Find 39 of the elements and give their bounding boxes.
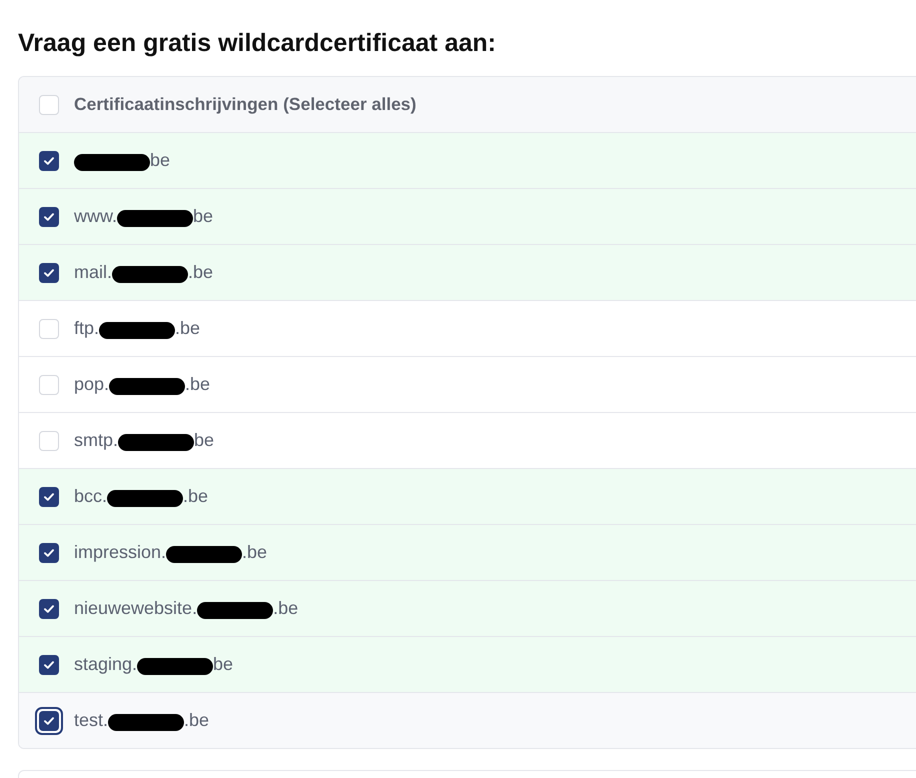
domain-text: ftp.: [74, 318, 100, 339]
checkbox[interactable]: [39, 206, 59, 226]
checkbox[interactable]: [39, 654, 59, 674]
domain-text: be: [213, 654, 234, 675]
domain-text: .be: [185, 374, 210, 395]
domain-text: impression.: [74, 542, 166, 563]
domain-text: smtp.: [74, 430, 118, 451]
domain-text: be: [193, 206, 214, 227]
page-heading: Vraag een gratis wildcardcertificaat aan:: [18, 28, 496, 58]
check-icon: [44, 548, 54, 556]
domain-text: test.: [74, 710, 108, 731]
domain-text: www.: [74, 206, 118, 227]
domain-text: .be: [183, 486, 208, 507]
check-icon: [44, 212, 54, 220]
domain-text: be: [150, 150, 170, 171]
checkbox[interactable]: [35, 706, 63, 734]
check-icon: [44, 492, 54, 500]
checkbox[interactable]: [39, 598, 59, 618]
check-icon: [44, 268, 54, 276]
domain-text: .be: [242, 542, 268, 563]
domain-text: .be: [273, 598, 298, 619]
check-icon: [44, 716, 54, 724]
checkbox[interactable]: [39, 486, 59, 506]
select-all-label: Certificaatinschrijvingen (Selecteer alles): [74, 94, 416, 115]
check-icon: [44, 156, 54, 164]
domain-text: staging.: [74, 654, 138, 675]
domain-text: be: [194, 430, 214, 451]
check-icon: [44, 604, 54, 612]
domain-text: nieuwewebsite.: [74, 598, 198, 619]
checkbox[interactable]: [39, 542, 59, 562]
check-icon: [44, 660, 54, 668]
domain-text: .be: [175, 318, 200, 339]
domain-text: .be: [188, 262, 214, 283]
domain-text: pop.: [74, 374, 110, 395]
domain-text: mail.: [74, 262, 112, 283]
domain-text: bcc.: [74, 486, 108, 507]
checkbox[interactable]: [39, 262, 59, 282]
checkbox[interactable]: [39, 150, 59, 170]
domain-text: .be: [184, 710, 210, 731]
